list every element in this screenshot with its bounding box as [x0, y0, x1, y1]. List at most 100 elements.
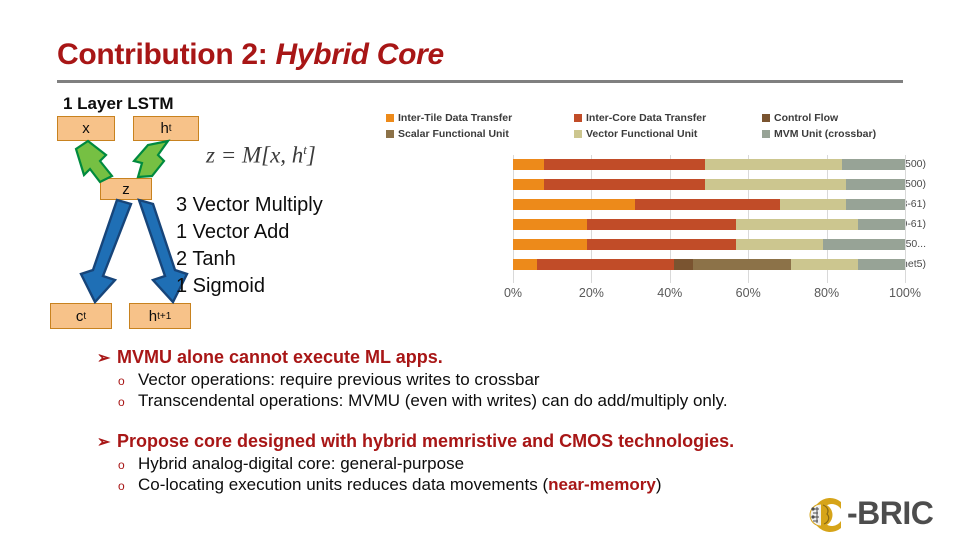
- page-title-italic: Hybrid Core: [275, 38, 445, 71]
- bullet-group-spacer: [97, 412, 897, 431]
- cbric-logo: -BRIC: [797, 494, 957, 536]
- chart-tick-label: 40%: [657, 286, 683, 300]
- bullet-sub-2-2: o Co-locating execution units reduces da…: [118, 475, 897, 495]
- chart-plot-area: 0% 20% 40% 60% 80% 100%: [504, 155, 921, 300]
- chart-bar-row: [513, 259, 905, 270]
- lstm-box-ht1-label: h: [148, 307, 158, 325]
- stacked-bar-chart: RBM (V500-H500)BM (V500-H500)RNN (26-93-…: [378, 155, 926, 315]
- chart-bar-segment: [857, 259, 905, 270]
- circle-bullet-icon: o: [118, 395, 125, 409]
- legend-item-mvm-unit-crossbar: MVM Unit (crossbar): [762, 128, 876, 140]
- chart-bar-segment: [513, 239, 588, 250]
- lstm-box-ht-label: h: [160, 120, 169, 137]
- green-arrows-group: [74, 139, 171, 184]
- chart-bar-segment: [634, 199, 780, 210]
- bullet-sub-2-1-text: Hybrid analog-digital core: general-purp…: [138, 454, 465, 473]
- blue-arrow-z-to-ct: [79, 198, 133, 305]
- chart-bar-row: [513, 219, 905, 230]
- page-title: Contribution 2: Hybrid Core: [57, 38, 444, 72]
- lstm-box-z-label: z: [122, 180, 130, 198]
- chart-bar-segment: [693, 259, 792, 270]
- chart-bar-row: [513, 239, 905, 250]
- legend-item-label: Inter-Core Data Transfer: [586, 112, 707, 124]
- chart-bar-segment: [736, 219, 858, 230]
- chart-bar-segment: [513, 259, 537, 270]
- chart-bar-segment: [736, 239, 823, 250]
- lstm-operation-item: 2 Tanh: [176, 248, 236, 270]
- green-arrow-ht-to-z: [131, 139, 171, 179]
- legend-item-vector-functional-unit: Vector Functional Unit: [574, 128, 762, 140]
- legend-swatch-icon: [762, 130, 770, 138]
- chart-bar-row: [513, 159, 905, 170]
- chart-tick-label: 100%: [889, 286, 921, 300]
- lstm-box-ht-sup: t: [168, 123, 172, 134]
- lstm-equation-main: z = M[x, h: [206, 142, 304, 168]
- bullet-main-2-text: Propose core designed with hybrid memris…: [117, 431, 735, 451]
- green-arrow-x-to-z: [74, 139, 114, 184]
- bullet-list: ➢ MVMU alone cannot execute ML apps. o V…: [97, 347, 897, 496]
- chart-bar-segment: [842, 159, 905, 170]
- legend-swatch-icon: [386, 114, 394, 122]
- lstm-operation-item: 3 Vector Multiply: [176, 194, 323, 216]
- legend-item-scalar-functional-unit: Scalar Functional Unit: [386, 128, 574, 140]
- chart-bar-segment: [544, 179, 706, 190]
- circle-bullet-icon: o: [118, 479, 125, 493]
- lstm-equation-tail: ]: [306, 142, 316, 168]
- chart-bar-segment: [846, 199, 905, 210]
- chart-legend-row: Inter-Tile Data Transfer Inter-Core Data…: [386, 110, 926, 126]
- bullet-main-1: ➢ MVMU alone cannot execute ML apps.: [97, 347, 897, 368]
- legend-item-label: Scalar Functional Unit: [398, 128, 509, 140]
- chart-bar-segment: [513, 179, 545, 190]
- bullet-sub-1-2: o Transcendental operations: MVMU (even …: [118, 391, 897, 411]
- legend-swatch-icon: [574, 130, 582, 138]
- bullet-sub-1-1-text: Vector operations: require previous writ…: [138, 370, 540, 389]
- lstm-box-x: x: [57, 116, 115, 141]
- chart-bar-segment: [822, 239, 905, 250]
- legend-swatch-icon: [386, 130, 394, 138]
- cbric-logo-mark-icon: [809, 498, 841, 532]
- bullet-sub-1-2-text: Transcendental operations: MVMU (even wi…: [138, 391, 728, 410]
- bullet-sub-1-1: o Vector operations: require previous wr…: [118, 370, 897, 390]
- chart-bar-segment: [779, 199, 847, 210]
- lstm-operation-item: 1 Vector Add: [176, 221, 290, 243]
- bullet-sub-2-2-text: Co-locating execution units reduces data…: [138, 475, 662, 495]
- legend-item-control-flow: Control Flow: [762, 112, 838, 124]
- page-title-prefix: Contribution 2:: [57, 38, 276, 71]
- arrow-bullet-icon: ➢: [97, 434, 111, 451]
- bullet-sub-2-2-emphasis: near-memory: [548, 475, 656, 494]
- chart-bar-segment: [857, 219, 905, 230]
- legend-swatch-icon: [574, 114, 582, 122]
- arrow-bullet-icon: ➢: [97, 350, 111, 367]
- chart-tick-label: 80%: [814, 286, 840, 300]
- circle-bullet-icon: o: [118, 458, 125, 472]
- bullet-sub-2-1: o Hybrid analog-digital core: general-pu…: [118, 454, 897, 474]
- chart-legend: Inter-Tile Data Transfer Inter-Core Data…: [386, 110, 926, 142]
- lstm-operation-list: 3 Vector Multiply 1 Vector Add 2 Tanh 1 …: [176, 192, 323, 300]
- lstm-box-ht1-sup: t+1: [157, 310, 172, 322]
- title-divider: [57, 80, 903, 83]
- chart-bar-segment: [513, 219, 588, 230]
- chart-bar-segment: [536, 259, 674, 270]
- chart-bar-row: [513, 199, 905, 210]
- bullet-sub-2-2-before: Co-locating execution units reduces data…: [138, 475, 549, 494]
- chart-bar-row: [513, 179, 905, 190]
- chart-tick-label: 60%: [735, 286, 761, 300]
- cbric-logo-text: -BRIC: [847, 495, 934, 531]
- chart-bar-segment: [705, 159, 843, 170]
- bullet-sub-2-2-after: ): [655, 475, 662, 494]
- chart-bar-segment: [587, 239, 737, 250]
- lstm-box-x-label: x: [82, 120, 90, 137]
- legend-item-label: Vector Functional Unit: [586, 128, 698, 140]
- chart-gridline: [905, 155, 906, 283]
- circle-bullet-icon: o: [118, 374, 125, 388]
- legend-item-label: MVM Unit (crossbar): [774, 128, 877, 140]
- legend-item-label: Control Flow: [774, 112, 839, 124]
- chart-tick-label: 20%: [578, 286, 604, 300]
- lstm-box-ct-label: c: [75, 307, 84, 325]
- lstm-operation-item: 1 Sigmoid: [176, 275, 265, 297]
- legend-item-inter-tile-data-transfer: Inter-Tile Data Transfer: [386, 112, 574, 124]
- chart-bar-segment: [513, 159, 545, 170]
- lstm-box-ct-sup: t: [83, 310, 87, 322]
- legend-swatch-icon: [762, 114, 770, 122]
- chart-legend-row: Scalar Functional Unit Vector Functional…: [386, 126, 926, 142]
